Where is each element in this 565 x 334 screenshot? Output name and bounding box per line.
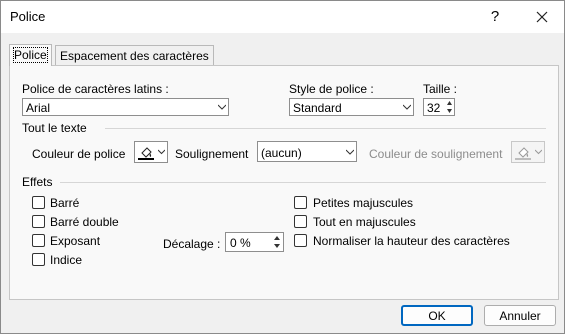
underline-color-label: Couleur de soulignement xyxy=(369,147,503,161)
underline-color-button[interactable] xyxy=(511,141,545,163)
latin-font-select[interactable]: Arial xyxy=(22,98,229,116)
chevron-down-icon xyxy=(218,104,226,110)
font-size-value: 32 xyxy=(427,101,441,115)
equalize-height-checkbox[interactable] xyxy=(294,234,307,247)
close-button[interactable] xyxy=(529,6,555,28)
spin-icon xyxy=(447,101,452,113)
equalize-height-label: Normaliser la hauteur des caractères xyxy=(313,234,510,248)
font-color-label: Couleur de police xyxy=(32,147,126,161)
all-caps-label: Tout en majuscules xyxy=(313,215,416,229)
font-color-button[interactable] xyxy=(134,141,168,163)
group-divider xyxy=(60,182,546,183)
font-style-value: Standard xyxy=(293,101,342,115)
chevron-down-icon xyxy=(346,149,354,155)
window-title: Police xyxy=(10,9,46,24)
underline-value: (aucun) xyxy=(261,146,302,160)
small-caps-checkbox[interactable] xyxy=(294,196,307,209)
tab-police[interactable]: Police xyxy=(9,44,52,66)
close-icon xyxy=(536,11,548,23)
font-dialog: Police ? Police Espacement des caractère… xyxy=(0,0,565,334)
cancel-button[interactable]: Annuler xyxy=(484,305,556,326)
underline-select[interactable]: (aucun) xyxy=(257,141,357,162)
all-caps-checkbox[interactable] xyxy=(294,215,307,228)
chevron-down-icon xyxy=(535,149,542,155)
tab-label: Espacement des caractères xyxy=(60,49,209,63)
superscript-checkbox[interactable] xyxy=(32,234,45,247)
offset-label: Décalage : xyxy=(163,237,221,251)
effects-group-title: Effets xyxy=(22,175,53,189)
group-divider xyxy=(105,128,546,129)
font-style-select[interactable]: Standard xyxy=(289,98,414,116)
help-icon: ? xyxy=(490,8,500,25)
tab-label: Police xyxy=(13,47,48,63)
tab-character-spacing[interactable]: Espacement des caractères xyxy=(55,45,214,65)
underline-label: Soulignement xyxy=(175,147,249,161)
subscript-checkbox[interactable] xyxy=(32,253,45,266)
help-button[interactable]: ? xyxy=(483,6,507,28)
double-strikethrough-checkbox[interactable] xyxy=(32,215,45,228)
paint-bucket-icon xyxy=(515,147,531,160)
tab-panel: Police de caractères latins : Arial Styl… xyxy=(9,65,559,300)
font-size-select[interactable]: 32 xyxy=(423,98,455,116)
strikethrough-checkbox[interactable] xyxy=(32,196,45,209)
latin-font-label: Police de caractères latins : xyxy=(22,82,169,96)
chevron-down-icon xyxy=(158,149,165,155)
all-text-group-title: Tout le texte xyxy=(22,121,87,135)
spin-icon xyxy=(274,236,280,248)
title-bar: Police ? xyxy=(1,1,564,33)
superscript-label: Exposant xyxy=(50,234,101,248)
strikethrough-label: Barré xyxy=(50,196,80,210)
small-caps-label: Petites majuscules xyxy=(313,196,414,210)
offset-spinner[interactable]: 0 % xyxy=(225,232,284,252)
subscript-label: Indice xyxy=(50,253,83,267)
ok-button[interactable]: OK xyxy=(401,305,473,326)
offset-value: 0 % xyxy=(230,236,251,250)
font-size-label: Taille : xyxy=(423,82,458,96)
double-strikethrough-label: Barré double xyxy=(50,215,119,229)
font-style-label: Style de police : xyxy=(289,82,374,96)
paint-bucket-icon xyxy=(138,147,154,160)
chevron-down-icon xyxy=(403,104,411,110)
latin-font-value: Arial xyxy=(26,101,51,115)
